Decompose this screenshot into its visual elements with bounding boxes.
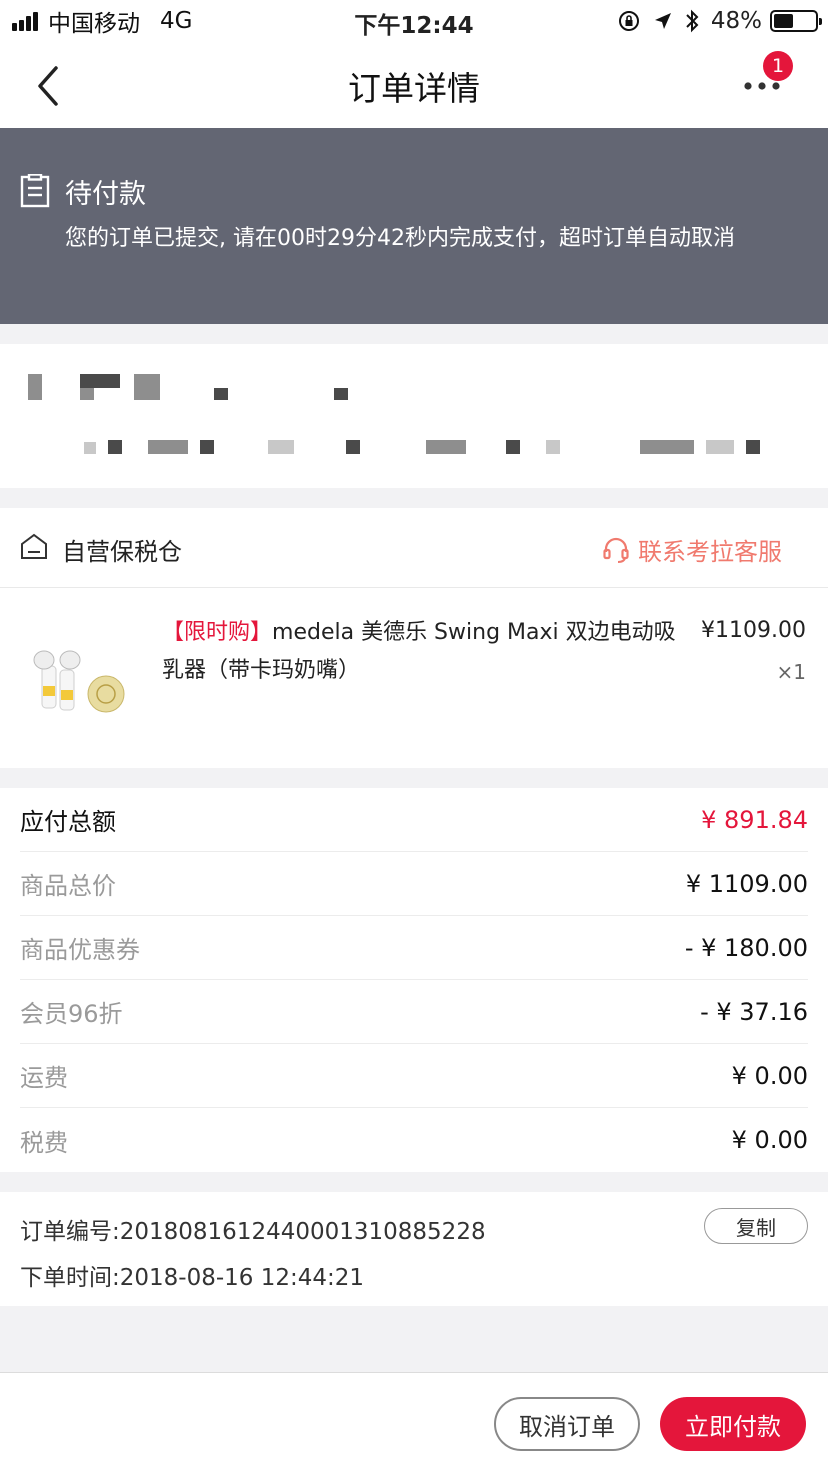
price-value: ¥ 0.00	[731, 1061, 808, 1090]
battery-percent: 48%	[710, 8, 762, 34]
order-number: 订单编号:2018081612440001310885228	[20, 1219, 486, 1245]
price-row-shipping: 运费 ¥ 0.00	[20, 1044, 808, 1108]
redacted-address	[200, 440, 214, 454]
contact-label: 联系考拉客服	[638, 538, 782, 566]
redacted-address	[268, 440, 294, 454]
product-name[interactable]: 【限时购】medela 美德乐 Swing Maxi 双边电动吸乳器（带卡玛奶嘴…	[162, 614, 697, 690]
product-price: ¥1109.00	[701, 618, 806, 643]
shop-name: 自营保税仓	[62, 538, 182, 566]
price-row-subtotal: 商品总价 ¥ 1109.00	[20, 852, 808, 916]
warehouse-icon	[21, 533, 47, 559]
order-info: 订单编号:2018081612440001310885228 复制 下单时间:2…	[0, 1192, 828, 1306]
redacted-address	[28, 374, 42, 400]
price-summary: 应付总额 ¥ 891.84 商品总价 ¥ 1109.00 商品优惠券 - ¥ 1…	[0, 788, 828, 1172]
price-value: - ¥ 180.00	[684, 933, 808, 962]
shop-header: 自营保税仓 联系考拉客服	[0, 508, 828, 588]
page-title: 订单详情	[348, 69, 480, 108]
order-time: 下单时间:2018-08-16 12:44:21	[20, 1265, 365, 1291]
product-thumbnail[interactable]	[26, 630, 136, 726]
redacted-address	[80, 388, 94, 400]
contact-customer-service-link[interactable]: 联系考拉客服	[602, 532, 782, 567]
redacted-address	[426, 440, 466, 454]
price-value: ¥ 1109.00	[685, 869, 808, 898]
status-bar-right: 48%	[617, 6, 822, 36]
order-status-title: 待付款	[65, 179, 146, 210]
order-status-banner: 待付款 您的订单已提交, 请在00时29分42秒内完成支付，超时订单自动取消	[0, 128, 828, 324]
price-value: - ¥ 37.16	[700, 997, 808, 1026]
location-icon	[653, 11, 673, 31]
redacted-address	[134, 374, 160, 400]
price-label: 应付总额	[20, 808, 116, 836]
notification-badge: 1	[763, 51, 793, 81]
redacted-address	[506, 440, 520, 454]
price-label: 运费	[20, 1064, 68, 1092]
redacted-address	[546, 440, 560, 454]
payment-countdown-message: 您的订单已提交, 请在00时29分42秒内完成支付，超时订单自动取消	[65, 226, 735, 251]
shop-card: 自营保税仓 联系考拉客服 【限时购】medela 美德乐 Swing Maxi …	[0, 508, 828, 768]
redacted-address	[214, 388, 228, 400]
cancel-order-button[interactable]: 取消订单	[494, 1397, 640, 1451]
price-row-coupon: 商品优惠券 - ¥ 180.00	[20, 916, 808, 980]
price-row-tax: 税费 ¥ 0.00	[20, 1108, 808, 1172]
nav-bar: 订单详情	[0, 44, 828, 128]
redacted-address	[746, 440, 760, 454]
price-label: 会员96折	[20, 1000, 123, 1028]
price-label: 税费	[20, 1128, 68, 1157]
product-quantity: ×1	[776, 660, 806, 684]
pay-now-button[interactable]: 立即付款	[660, 1397, 806, 1451]
redacted-address	[84, 442, 96, 454]
price-label: 商品总价	[20, 872, 116, 900]
price-label: 商品优惠券	[20, 936, 140, 964]
redacted-address	[640, 440, 694, 454]
bottom-action-bar: 取消订单 立即付款	[0, 1372, 828, 1472]
bluetooth-icon	[685, 9, 699, 33]
price-row-total: 应付总额 ¥ 891.84	[20, 788, 808, 852]
copy-order-number-button[interactable]: 复制	[704, 1208, 808, 1244]
redacted-address	[108, 440, 122, 454]
status-bar: 中国移动 4G 下午12:44 48%	[0, 0, 828, 44]
flash-sale-tag: 【限时购】	[162, 620, 273, 645]
headset-icon	[603, 537, 629, 563]
price-row-member-discount: 会员96折 - ¥ 37.16	[20, 980, 808, 1044]
price-value: ¥ 0.00	[731, 1126, 808, 1154]
redacted-address	[80, 374, 120, 388]
redacted-address	[706, 440, 734, 454]
redacted-address	[148, 440, 188, 454]
price-value: ¥ 891.84	[701, 805, 808, 834]
rotation-lock-icon	[617, 9, 641, 33]
address-card[interactable]	[0, 344, 828, 488]
clipboard-icon	[20, 174, 50, 208]
battery-icon	[770, 10, 822, 32]
redacted-address	[346, 440, 360, 454]
redacted-address	[334, 388, 348, 400]
